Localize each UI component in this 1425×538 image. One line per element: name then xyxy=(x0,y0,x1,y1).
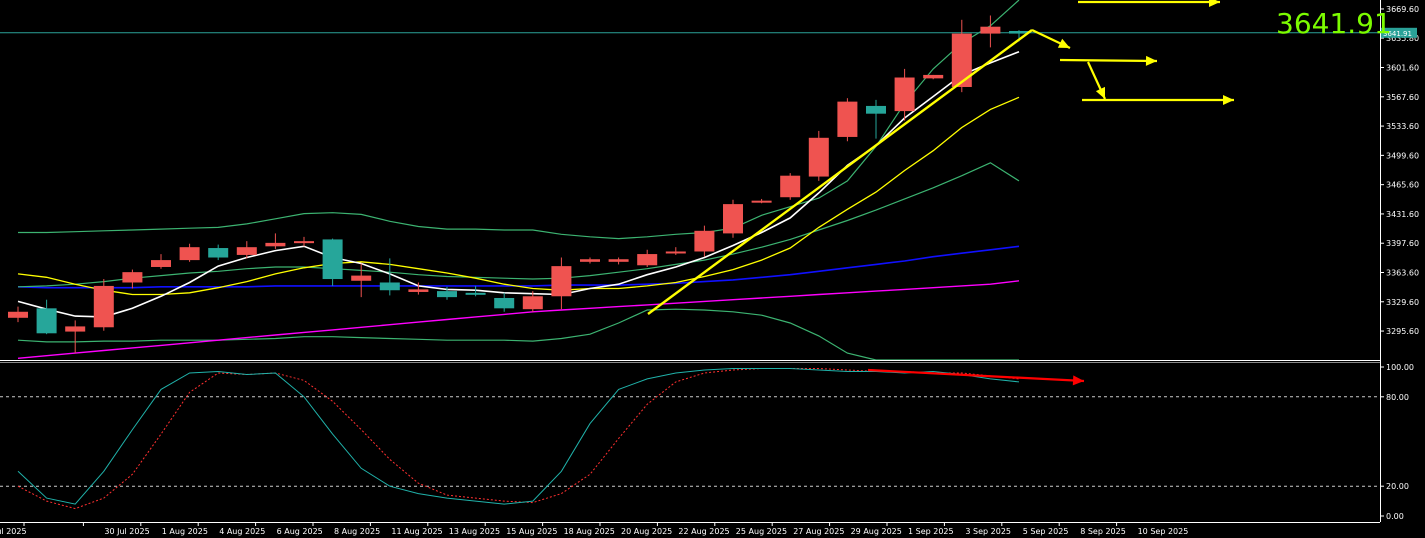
candle[interactable] xyxy=(780,173,801,200)
candle-body[interactable] xyxy=(894,77,915,112)
time-tick-label: 30 Jul 2025 xyxy=(104,527,149,536)
current-price-label: 3641.91 xyxy=(1276,7,1392,40)
time-tick-label: 5 Sep 2025 xyxy=(1023,527,1069,536)
candle-body[interactable] xyxy=(122,272,143,283)
price-tick-label: 3295.60 xyxy=(1386,327,1419,336)
candle-body[interactable] xyxy=(866,105,886,114)
time-tick-label: 18 Aug 2025 xyxy=(564,527,615,536)
candle[interactable] xyxy=(322,238,343,286)
price-tick-label: 3363.60 xyxy=(1386,268,1419,277)
time-tick-label: 11 Aug 2025 xyxy=(391,527,442,536)
time-tick-label: 13 Aug 2025 xyxy=(449,527,500,536)
candle-body[interactable] xyxy=(923,74,944,79)
time-tick-label: 3 Sep 2025 xyxy=(965,527,1011,536)
candle-body[interactable] xyxy=(379,282,400,291)
candle-body[interactable] xyxy=(65,326,86,332)
candle-body[interactable] xyxy=(465,292,486,295)
time-tick-label: Jul 2025 xyxy=(0,527,27,536)
candle-body[interactable] xyxy=(437,291,457,298)
time-tick-label: 22 Aug 2025 xyxy=(678,527,729,536)
price-tick-label: 3329.60 xyxy=(1386,298,1419,307)
candle-body[interactable] xyxy=(723,204,743,234)
time-tick-label: 10 Sep 2025 xyxy=(1138,527,1189,536)
candle-body[interactable] xyxy=(265,242,286,247)
oscillator-tick-label: 100.00 xyxy=(1386,363,1414,372)
price-tick-label: 3567.60 xyxy=(1386,93,1419,102)
candle[interactable] xyxy=(808,130,829,181)
candle-body[interactable] xyxy=(408,289,429,292)
price-tick-label: 3397.60 xyxy=(1386,239,1419,248)
candle-body[interactable] xyxy=(236,247,257,255)
candle-body[interactable] xyxy=(580,259,600,262)
candle-body[interactable] xyxy=(522,296,543,310)
time-tick-label: 29 Aug 2025 xyxy=(851,527,902,536)
trading-chart[interactable]: 3669.603635.803601.603567.603533.603499.… xyxy=(0,0,1425,538)
time-tick-label: 4 Aug 2025 xyxy=(219,527,265,536)
oscillator-tick-label: 0.00 xyxy=(1386,512,1404,521)
candle-body[interactable] xyxy=(780,175,801,198)
candle-body[interactable] xyxy=(837,101,858,137)
time-tick-label: 15 Aug 2025 xyxy=(506,527,557,536)
time-tick-label: 20 Aug 2025 xyxy=(621,527,672,536)
candle-body[interactable] xyxy=(322,239,343,280)
price-tick-label: 3465.60 xyxy=(1386,181,1419,190)
time-tick-label: 6 Aug 2025 xyxy=(277,527,323,536)
candle-body[interactable] xyxy=(494,297,515,309)
candle-body[interactable] xyxy=(208,248,229,258)
time-tick-label: 8 Aug 2025 xyxy=(334,527,380,536)
candle[interactable] xyxy=(93,279,114,331)
candle-body[interactable] xyxy=(665,251,686,254)
candle[interactable] xyxy=(837,98,858,142)
candle-body[interactable] xyxy=(8,311,28,318)
oscillator-tick-label: 80.00 xyxy=(1386,393,1409,402)
candle-body[interactable] xyxy=(294,241,314,244)
candle-body[interactable] xyxy=(808,137,829,177)
candle-body[interactable] xyxy=(551,266,572,297)
price-tick-label: 3431.60 xyxy=(1386,210,1419,219)
candle-body[interactable] xyxy=(93,285,114,328)
time-tick-label: 25 Aug 2025 xyxy=(736,527,787,536)
price-tick-label: 3601.60 xyxy=(1386,64,1419,73)
candle-body[interactable] xyxy=(36,308,57,334)
candle-body[interactable] xyxy=(179,247,200,261)
candle-body[interactable] xyxy=(637,254,658,266)
time-tick-label: 1 Sep 2025 xyxy=(908,527,954,536)
candle[interactable] xyxy=(723,199,743,238)
time-tick-label: 1 Aug 2025 xyxy=(162,527,208,536)
oscillator-tick-label: 20.00 xyxy=(1386,482,1409,491)
time-tick-label: 27 Aug 2025 xyxy=(793,527,844,536)
candle-body[interactable] xyxy=(608,259,629,262)
candle-body[interactable] xyxy=(951,33,972,87)
candle-body[interactable] xyxy=(980,26,1001,34)
candle-body[interactable] xyxy=(694,230,715,252)
level-arrow-middle-shaft xyxy=(1059,58,1158,63)
candle-body[interactable] xyxy=(751,200,772,203)
candle-body[interactable] xyxy=(151,260,171,267)
candle-body[interactable] xyxy=(351,275,372,281)
price-tick-label: 3533.60 xyxy=(1386,122,1419,131)
time-tick-label: 8 Sep 2025 xyxy=(1080,527,1126,536)
price-tick-label: 3499.60 xyxy=(1386,151,1419,160)
